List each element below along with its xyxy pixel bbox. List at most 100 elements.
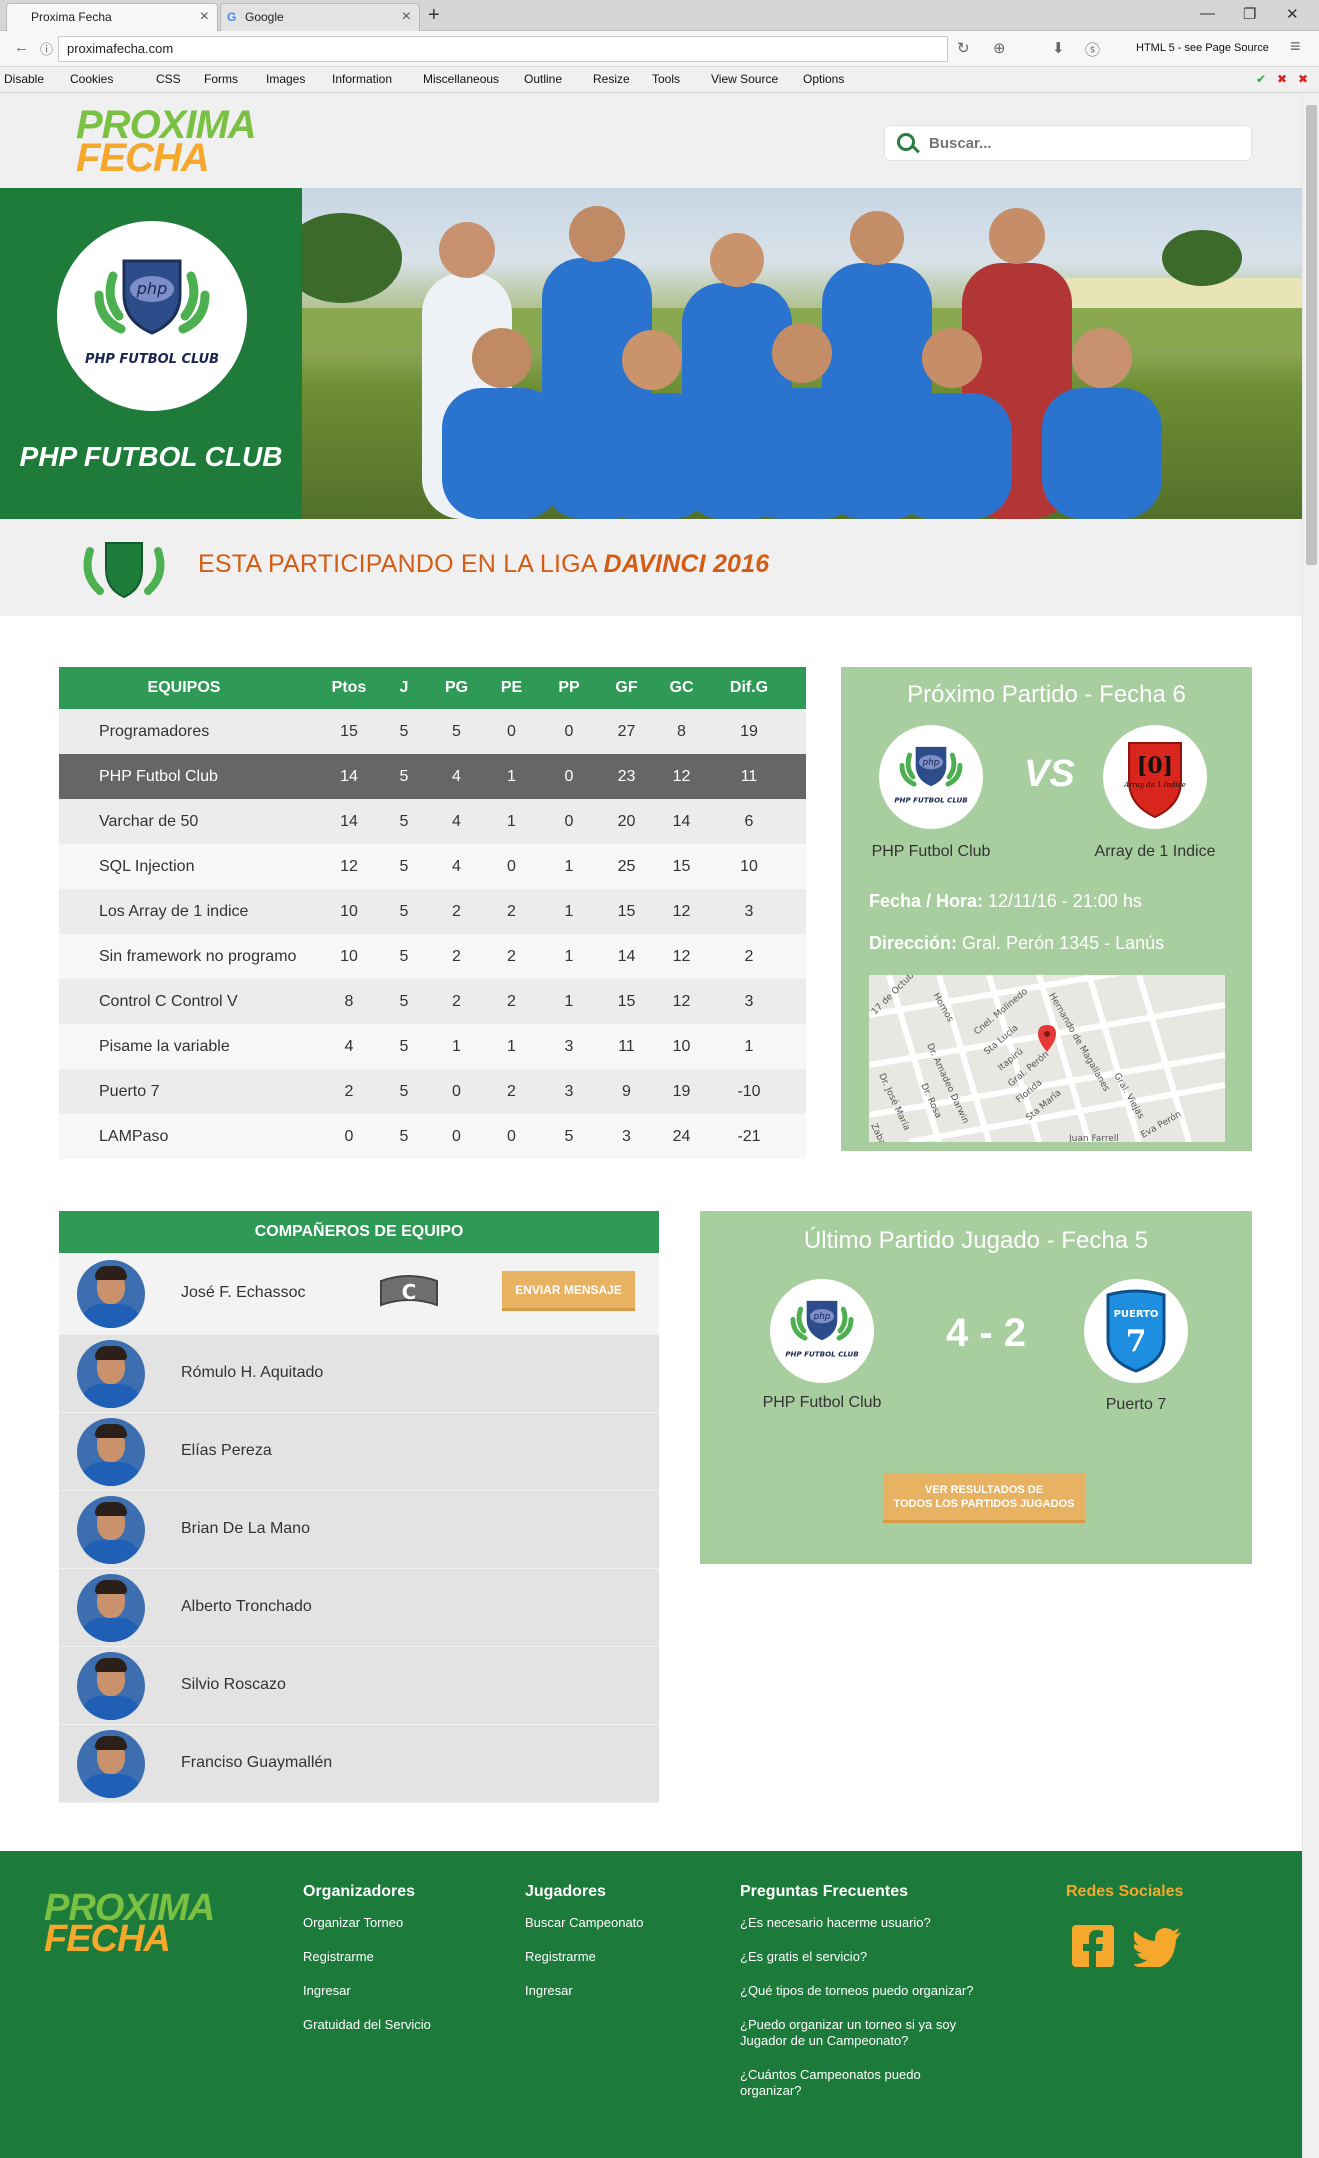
avatar[interactable] [77,1260,145,1328]
home-team-name[interactable]: PHP Futbol Club [851,843,1011,861]
table-row[interactable]: PHP Futbol Club 14 5 4 1 0 23 12 11 [59,754,806,799]
footer-link[interactable]: ¿Cuántos Campeonatos puedo organizar? [740,2067,940,2099]
teammate-name[interactable]: Rómulo H. Aquitado [181,1364,323,1382]
toolbar-outline[interactable]: Outline [524,72,562,86]
tab-proxima-fecha[interactable]: Proxima Fecha × [6,3,218,31]
cell-team: Los Array de 1 indice [99,903,249,920]
toolbar-options[interactable]: Options [803,72,844,86]
toolbar-miscellaneous[interactable]: Miscellaneous [423,72,499,86]
teammate-name[interactable]: Brian De La Mano [181,1520,310,1538]
footer-link[interactable]: Gratuidad del Servicio [303,2017,493,2033]
html-status[interactable]: HTML 5 - see Page Source [1136,42,1269,54]
teammate-row[interactable]: Alberto Tronchado [59,1569,659,1647]
avatar[interactable] [77,1340,145,1408]
scrollbar-thumb[interactable] [1306,105,1317,565]
new-tab-button[interactable]: + [428,4,440,27]
download-icon[interactable]: ⬇ [1052,39,1065,57]
error-icon[interactable]: ✖ [1277,72,1287,86]
site-logo[interactable]: PROXIMA FECHA [76,105,257,178]
away-team-badge[interactable]: PUERTO 7 [1084,1279,1188,1383]
search-box[interactable] [884,125,1252,161]
avatar[interactable] [77,1574,145,1642]
home-team-badge[interactable]: php PHP FUTBOL CLUB [879,725,983,829]
toolbar-information[interactable]: Information [332,72,392,86]
teammate-row[interactable]: Rómulo H. Aquitado [59,1335,659,1413]
teammate-row[interactable]: Silvio Roscazo [59,1647,659,1725]
teammate-name[interactable]: Alberto Tronchado [181,1598,312,1616]
restore-icon[interactable]: ❐ [1243,5,1256,23]
url-field[interactable]: proximafecha.com [58,36,948,62]
footer-link[interactable]: Organizar Torneo [303,1915,493,1931]
reload-icon[interactable]: ↻ [957,39,970,57]
avatar[interactable] [77,1730,145,1798]
teammate-row[interactable]: José F. Echassoc C ENVIAR MENSAJE [59,1253,659,1335]
toolbar-disable[interactable]: Disable [4,72,44,86]
cell-difg: 3 [744,903,754,920]
toolbar-view-source[interactable]: View Source [711,72,778,86]
teammate-name[interactable]: Silvio Roscazo [181,1676,286,1694]
close-window-icon[interactable]: ✕ [1286,5,1299,23]
table-row[interactable]: LAMPaso 0 5 0 0 5 3 24 -21 [59,1114,806,1159]
search-input[interactable] [929,126,1239,160]
footer-link[interactable]: ¿Es necesario hacerme usuario? [740,1915,1020,1931]
teammate-row[interactable]: Brian De La Mano [59,1491,659,1569]
footer-link[interactable]: Ingresar [303,1983,493,1999]
teammate-name[interactable]: José F. Echassoc [181,1284,306,1302]
league-text[interactable]: ESTA PARTICIPANDO EN LA LIGA DAVINCI 201… [198,550,769,579]
menu-icon[interactable]: ≡ [1290,36,1301,57]
table-row[interactable]: SQL Injection 12 5 4 0 1 25 15 10 [59,844,806,889]
extension-icon[interactable]: ⓢ [1085,39,1100,60]
facebook-icon[interactable] [1072,1925,1114,1967]
search-icon[interactable] [897,133,915,151]
away-team-name[interactable]: Array de 1 Indice [1075,843,1235,861]
footer-link[interactable]: ¿Qué tipos de torneos puedo organizar? [740,1983,1020,1999]
table-row[interactable]: Pisame la variable 4 5 1 1 3 11 10 1 [59,1024,806,1069]
teammate-name[interactable]: Franciso Guaymallén [181,1754,332,1772]
check-icon[interactable]: ✔ [1256,72,1266,86]
home-team-name[interactable]: PHP Futbol Club [742,1394,902,1412]
home-team-badge[interactable]: php PHP FUTBOL CLUB [770,1279,874,1383]
footer-link[interactable]: Registrarme [303,1949,493,1965]
error-icon[interactable]: ✖ [1298,72,1308,86]
away-team-badge[interactable]: [0] Array de 1 Indice [1103,725,1207,829]
avatar[interactable] [77,1418,145,1486]
footer-link[interactable]: ¿Es gratis el servicio? [740,1949,1020,1965]
globe-icon[interactable]: ⊕ [993,39,1006,57]
info-icon[interactable]: ⓘ [40,39,53,58]
page-scrollbar[interactable] [1302,93,1319,2158]
footer-link[interactable]: Buscar Campeonato [525,1915,705,1931]
location-map[interactable]: 17 de Octubre Hornos Cnel. Molinedo Sta … [869,975,1225,1142]
toolbar-cookies[interactable]: Cookies [70,72,113,86]
close-tab-icon[interactable]: × [200,4,209,30]
all-results-button[interactable]: VER RESULTADOS DE TODOS LOS PARTIDOS JUG… [883,1473,1085,1523]
away-team-name[interactable]: Puerto 7 [1056,1396,1216,1414]
back-icon[interactable]: ← [14,39,29,56]
footer-logo[interactable]: PROXIMA FECHA [44,1889,215,1958]
table-row[interactable]: Control C Control V 8 5 2 2 1 15 12 3 [59,979,806,1024]
toolbar-images[interactable]: Images [266,72,305,86]
twitter-icon[interactable] [1134,1927,1182,1967]
footer-link[interactable]: Registrarme [525,1949,705,1965]
table-row[interactable]: Los Array de 1 indice 10 5 2 2 1 15 12 3 [59,889,806,934]
toolbar-resize[interactable]: Resize [593,72,630,86]
toolbar-forms[interactable]: Forms [204,72,238,86]
avatar[interactable] [77,1496,145,1564]
table-row[interactable]: Puerto 7 2 5 0 2 3 9 19 -10 [59,1069,806,1114]
map-pin-icon[interactable] [1038,1025,1056,1052]
table-row[interactable]: Sin framework no programo 10 5 2 2 1 14 12 2 [59,934,806,979]
close-tab-icon[interactable]: × [402,4,411,30]
table-row[interactable]: Programadores 15 5 5 0 0 27 8 19 [59,709,806,754]
send-message-button[interactable]: ENVIAR MENSAJE [502,1271,635,1311]
footer-link[interactable]: Ingresar [525,1983,705,1999]
teammate-row[interactable]: Elías Pereza [59,1413,659,1491]
toolbar-tools[interactable]: Tools [652,72,680,86]
footer-link[interactable]: ¿Puedo organizar un torneo si ya soy Jug… [740,2017,990,2049]
teammate-name[interactable]: Elías Pereza [181,1442,272,1460]
table-row[interactable]: Varchar de 50 14 5 4 1 0 20 14 6 [59,799,806,844]
avatar[interactable] [77,1652,145,1720]
site-header: PROXIMA FECHA [0,93,1302,188]
toolbar-css[interactable]: CSS [156,72,181,86]
teammate-row[interactable]: Franciso Guaymallén [59,1725,659,1803]
minimize-icon[interactable]: — [1200,5,1215,22]
tab-google[interactable]: G Google × [220,3,420,31]
